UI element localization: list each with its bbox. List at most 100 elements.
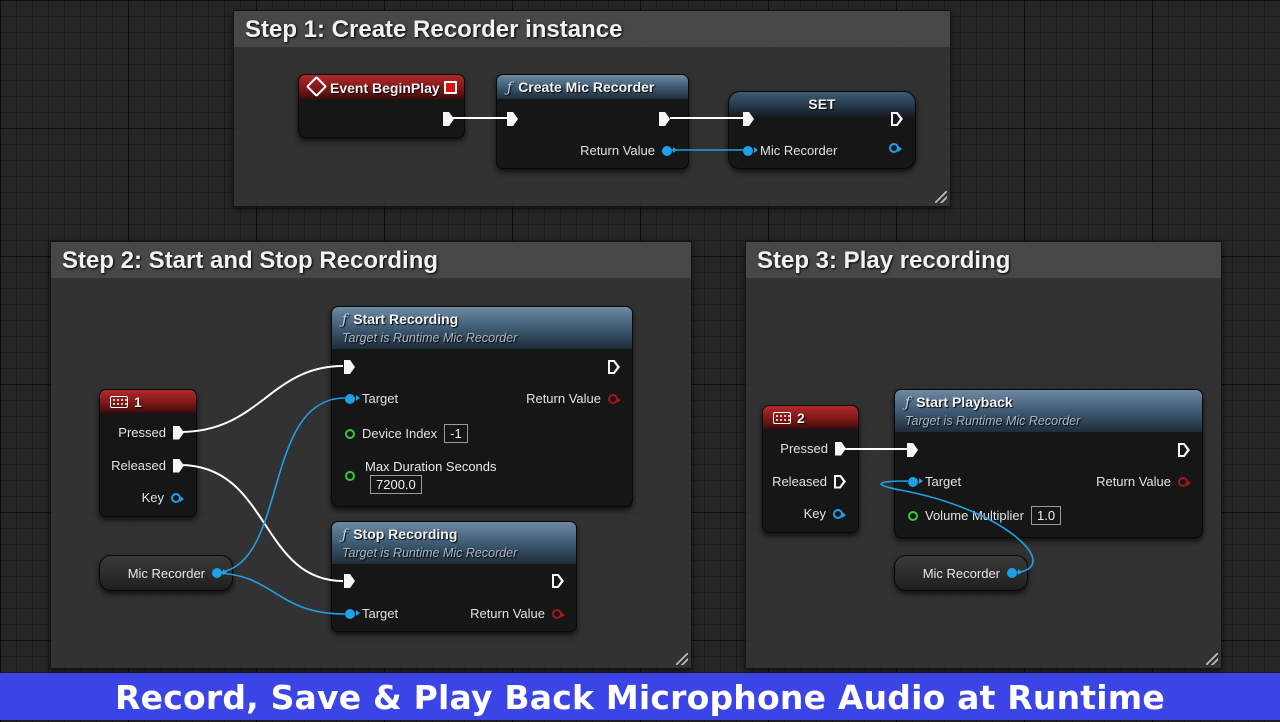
return-value-label: Return Value <box>1096 474 1171 489</box>
start-recording-node[interactable]: ƒ Start Recording Target is Runtime Mic R… <box>331 306 633 507</box>
mic-recorder-out-pin[interactable] <box>889 143 902 153</box>
exec-in-pin[interactable] <box>743 112 754 126</box>
exec-out-pin[interactable] <box>659 112 670 126</box>
key-2-node[interactable]: 2 Pressed Released Key <box>762 405 859 533</box>
pressed-label: Pressed <box>780 441 828 456</box>
function-icon: ƒ <box>905 395 911 411</box>
exec-pin-icon <box>173 458 184 473</box>
released-pin[interactable]: Released <box>772 474 846 489</box>
exec-pin-icon <box>743 112 754 126</box>
exec-pin-icon <box>552 574 564 588</box>
exec-pin-icon <box>344 360 355 374</box>
return-value-label: Return Value <box>470 606 545 621</box>
exec-in-pin[interactable] <box>344 574 355 588</box>
mic-recorder-in-pin[interactable]: Mic Recorder <box>743 143 837 158</box>
exec-pin-icon <box>835 441 846 456</box>
return-value-pin[interactable]: Return Value <box>580 143 677 158</box>
function-icon: ƒ <box>342 527 348 543</box>
start-playback-title: Start Playback <box>916 394 1013 410</box>
comment-step2-title: Step 2: Start and Stop Recording <box>51 242 691 278</box>
stop-recording-node[interactable]: ƒ Stop Recording Target is Runtime Mic Re… <box>331 521 577 632</box>
return-value-pin[interactable]: Return Value <box>470 606 565 621</box>
key-2-title: 2 <box>797 410 805 426</box>
create-mic-recorder-header: ƒ Create Mic Recorder <box>497 75 688 99</box>
title-banner: Record, Save & Play Back Microphone Audi… <box>0 673 1280 720</box>
resize-grip-icon[interactable] <box>1206 653 1218 665</box>
event-icon <box>305 75 328 98</box>
bool-pin-icon <box>608 393 621 404</box>
mic-recorder-variable-node[interactable]: Mic Recorder <box>894 555 1028 591</box>
target-pin[interactable]: Target <box>345 391 398 406</box>
object-pin-icon <box>662 145 677 156</box>
exec-out-pin[interactable] <box>552 574 564 588</box>
struct-pin-icon <box>833 508 846 519</box>
mic-recorder-variable-node[interactable]: Mic Recorder <box>99 555 233 591</box>
exec-in-pin[interactable] <box>507 112 518 126</box>
float-pin-icon <box>345 471 355 481</box>
key-1-title: 1 <box>134 394 142 410</box>
mic-recorder-variable-label: Mic Recorder <box>127 565 205 581</box>
pressed-pin[interactable]: Pressed <box>780 441 846 456</box>
stop-icon[interactable] <box>444 81 457 94</box>
exec-out-pin[interactable] <box>1178 443 1190 457</box>
exec-pin-icon <box>507 112 518 126</box>
exec-in-pin[interactable] <box>907 443 918 457</box>
exec-pin-icon <box>443 112 454 126</box>
max-duration-pin[interactable] <box>345 471 355 481</box>
target-label: Target <box>925 474 962 489</box>
start-recording-subtitle: Target is Runtime Mic Recorder <box>342 331 518 345</box>
key-label: Key <box>803 506 826 521</box>
released-label: Released <box>772 474 827 489</box>
exec-out-pin[interactable] <box>891 112 903 126</box>
set-node[interactable]: SET Mic Recorder <box>728 91 916 169</box>
key-1-node[interactable]: 1 Pressed Released Key <box>99 389 197 517</box>
start-playback-header: ƒ Start Playback Target is Runtime Mic Re… <box>895 390 1202 432</box>
exec-out-pin[interactable] <box>443 112 454 126</box>
target-label: Target <box>362 606 399 621</box>
int-pin-icon <box>345 428 355 439</box>
key-label: Key <box>141 490 164 505</box>
bool-pin-icon <box>552 608 565 619</box>
key-pin[interactable]: Key <box>803 506 846 521</box>
comment-step3-title: Step 3: Play recording <box>746 242 1221 278</box>
target-pin[interactable]: Target <box>908 474 961 489</box>
max-duration-input[interactable]: 7200.0 <box>370 475 422 494</box>
target-pin[interactable]: Target <box>345 606 398 621</box>
object-pin-icon <box>908 476 923 487</box>
resize-grip-icon[interactable] <box>676 653 688 665</box>
exec-pin-icon <box>891 112 903 126</box>
device-index-pin[interactable]: Device Index -1 <box>345 424 468 443</box>
return-value-pin[interactable]: Return Value <box>526 391 621 406</box>
volume-multiplier-input[interactable]: 1.0 <box>1031 506 1062 525</box>
object-pin-icon[interactable] <box>1007 568 1022 578</box>
event-beginplay-node[interactable]: Event BeginPlay <box>298 74 465 138</box>
event-beginplay-title: Event BeginPlay <box>330 80 440 96</box>
object-pin-icon <box>345 608 360 619</box>
function-icon: ƒ <box>342 312 348 328</box>
return-value-pin[interactable]: Return Value <box>1096 474 1191 489</box>
exec-pin-icon <box>173 425 184 440</box>
volume-multiplier-pin[interactable]: Volume Multiplier 1.0 <box>908 506 1062 525</box>
device-index-input[interactable]: -1 <box>444 424 468 443</box>
pressed-label: Pressed <box>118 425 166 440</box>
exec-out-pin[interactable] <box>608 360 620 374</box>
set-node-header: SET <box>729 92 915 117</box>
key-pin[interactable]: Key <box>141 490 184 505</box>
start-playback-node[interactable]: ƒ Start Playback Target is Runtime Mic Re… <box>894 389 1203 538</box>
object-pin-icon <box>743 145 758 156</box>
exec-pin-icon <box>659 112 670 126</box>
released-pin[interactable]: Released <box>111 458 184 473</box>
pressed-pin[interactable]: Pressed <box>118 425 184 440</box>
max-duration-value-wrap: 7200.0 <box>370 475 422 494</box>
keyboard-icon <box>773 412 791 424</box>
object-pin-icon[interactable] <box>212 568 227 578</box>
stop-recording-title: Stop Recording <box>353 526 458 542</box>
start-recording-title: Start Recording <box>353 311 459 327</box>
exec-in-pin[interactable] <box>344 360 355 374</box>
event-beginplay-header: Event BeginPlay <box>299 75 464 99</box>
exec-pin-icon <box>608 360 620 374</box>
comment-step1-title: Step 1: Create Recorder instance <box>234 11 950 47</box>
create-mic-recorder-node[interactable]: ƒ Create Mic Recorder Return Value <box>496 74 689 169</box>
resize-grip-icon[interactable] <box>935 191 947 203</box>
keyboard-icon <box>110 396 128 408</box>
